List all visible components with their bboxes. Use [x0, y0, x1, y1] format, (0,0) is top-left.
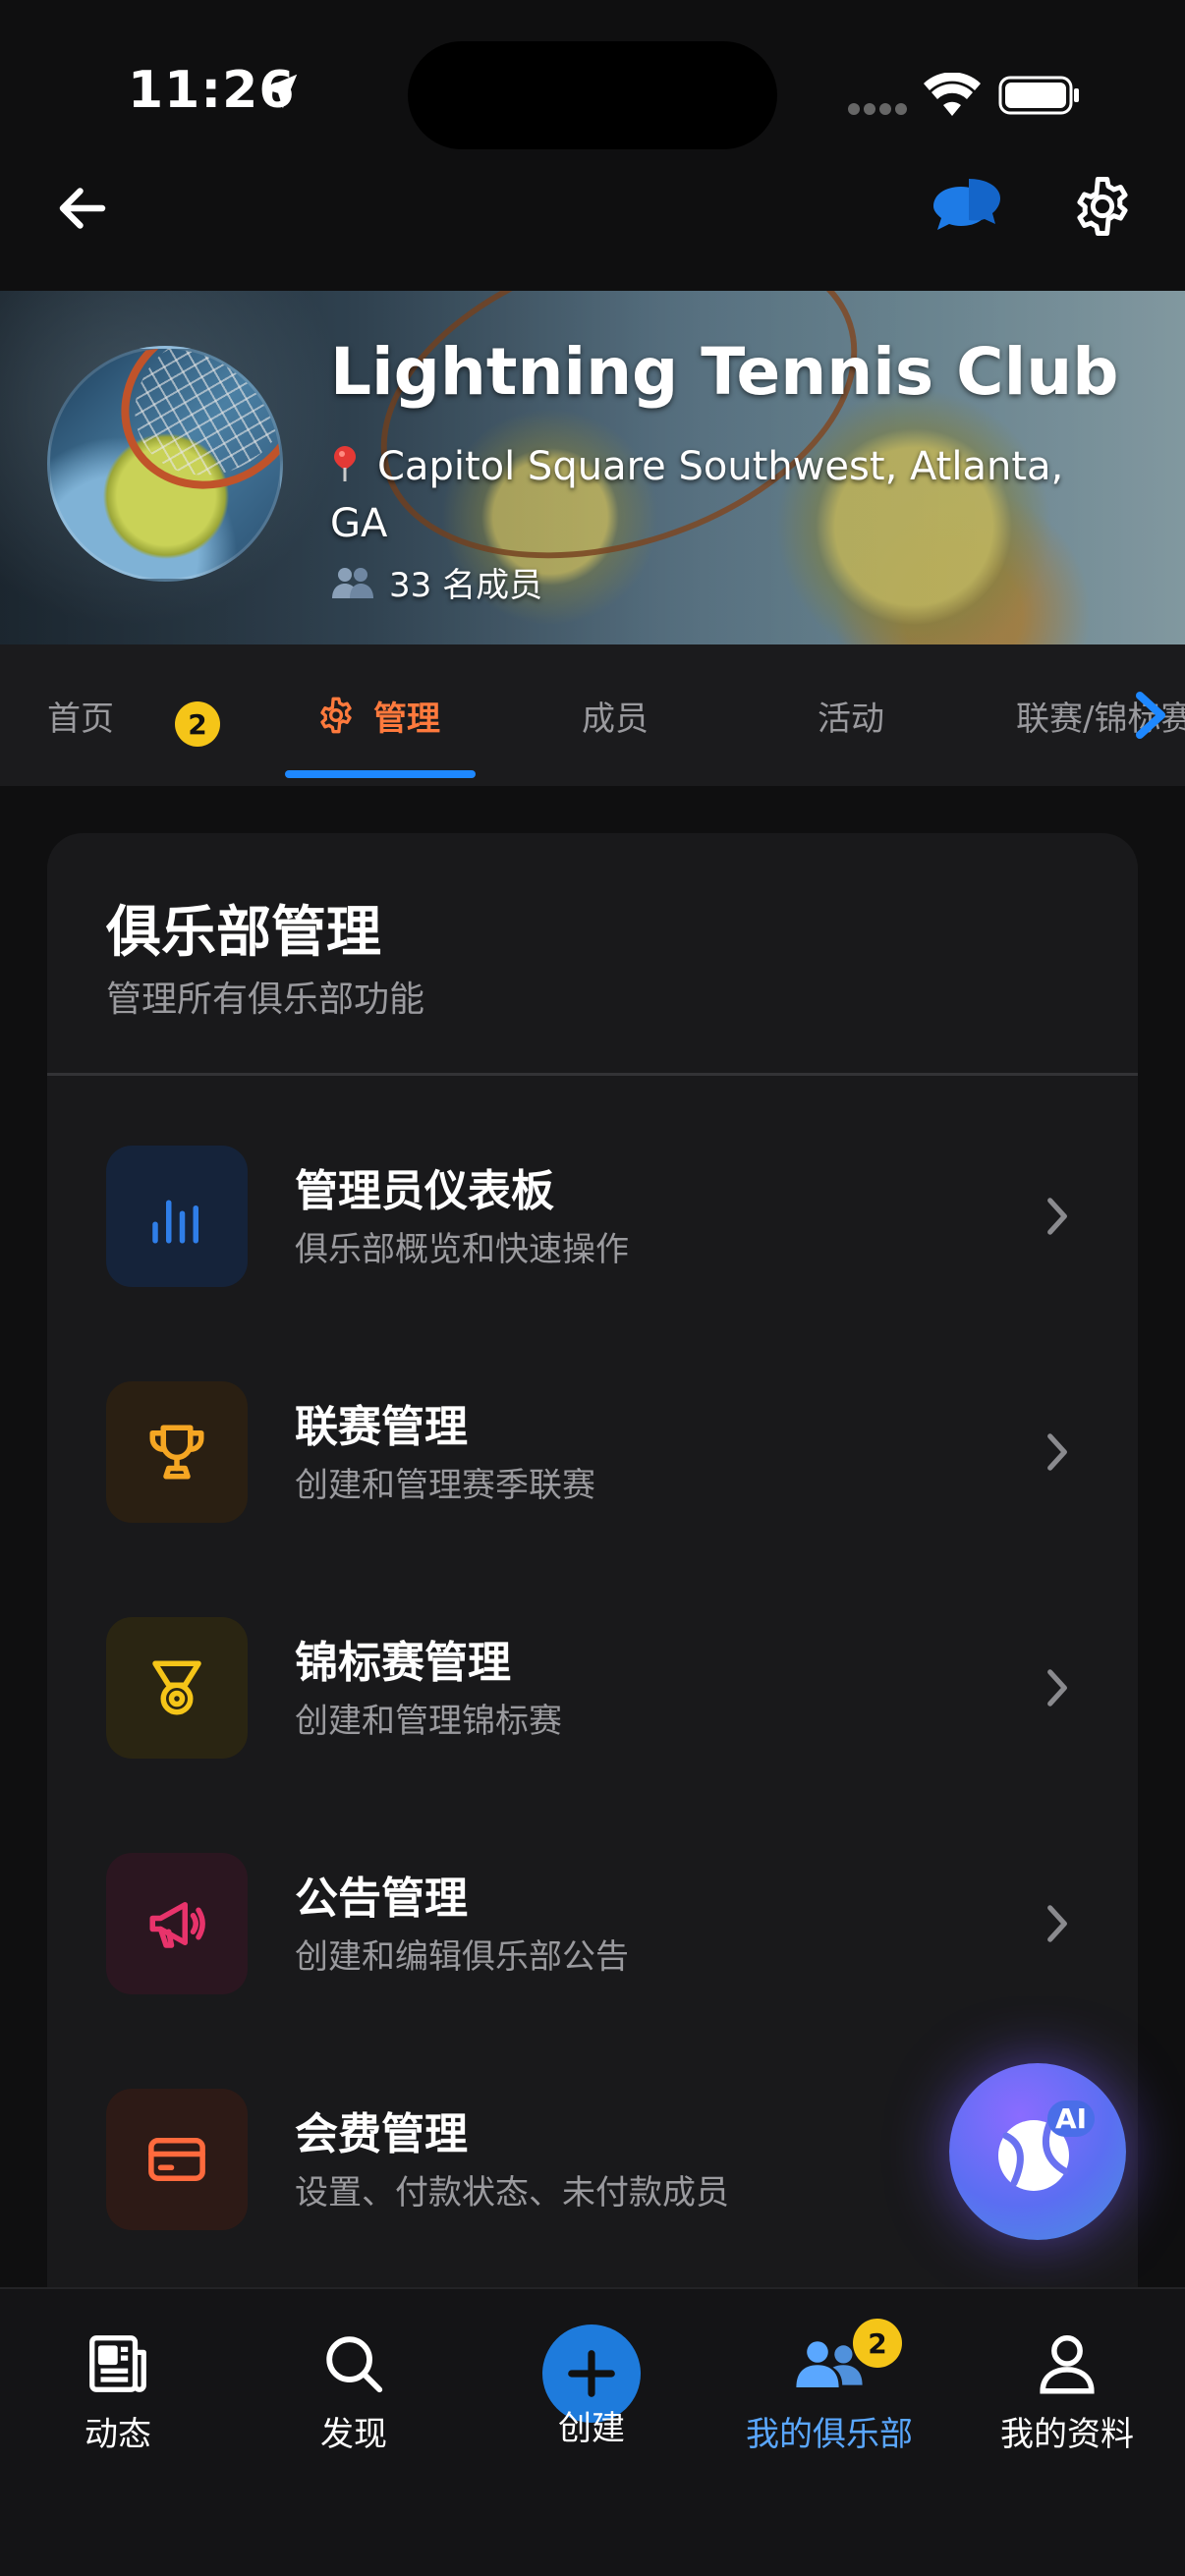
tab-bar: 首页 2 管理 成员 活动 联赛/锦标赛 — [0, 644, 1185, 786]
bottom-nav: 动态 发现 创建 2 我的俱乐部 我的资料 — [0, 2287, 1185, 2576]
wifi-icon — [924, 73, 981, 116]
medal-icon — [106, 1617, 248, 1759]
trophy-icon — [106, 1381, 248, 1523]
chevron-right-icon — [1030, 1425, 1085, 1480]
divider — [47, 1073, 1138, 1076]
tab-home-badge: 2 — [175, 701, 220, 747]
status-bar: 11:26 — [0, 0, 1185, 187]
club-location: Capitol Square Southwest, Atlanta, GA — [330, 438, 1116, 552]
club-avatar[interactable] — [47, 346, 283, 582]
search-icon — [318, 2328, 389, 2399]
card-title: 俱乐部管理 — [106, 901, 381, 965]
card-subtitle: 管理所有俱乐部功能 — [106, 980, 425, 1020]
settings-button[interactable] — [1065, 169, 1140, 244]
nav-create[interactable]: 创建 — [493, 2324, 690, 2505]
chat-bubbles-icon — [933, 179, 1000, 230]
menu-item-tournament-management[interactable]: 锦标赛管理 创建和管理锦标赛 — [47, 1590, 1138, 1786]
chevron-right-icon — [1030, 1189, 1085, 1244]
back-button[interactable] — [47, 173, 118, 244]
ai-badge: AI — [1047, 2100, 1096, 2137]
nav-feed[interactable]: 动态 — [20, 2328, 216, 2505]
ai-assistant-button[interactable]: AI — [949, 2063, 1126, 2240]
chat-button[interactable] — [931, 169, 1006, 244]
chevron-right-icon — [1030, 1896, 1085, 1951]
active-tab-indicator — [285, 770, 476, 778]
arrow-left-icon — [59, 188, 106, 229]
nav-discover[interactable]: 发现 — [255, 2328, 452, 2505]
club-name: Lightning Tennis Club — [330, 334, 1119, 410]
credit-card-icon — [106, 2089, 248, 2230]
my-clubs-badge: 2 — [853, 2319, 902, 2368]
tab-manage[interactable]: 管理 — [316, 644, 440, 786]
members-icon — [332, 567, 373, 598]
members-count: 33 名成员 — [389, 566, 543, 605]
signal-icon — [848, 103, 907, 115]
pin-icon — [330, 438, 360, 495]
menu-item-league-management[interactable]: 联赛管理 创建和管理赛季联赛 — [47, 1354, 1138, 1550]
tab-members[interactable]: 成员 — [582, 644, 649, 786]
chevron-right-icon — [1030, 1660, 1085, 1715]
chevron-right-icon[interactable] — [1132, 690, 1171, 741]
newspaper-icon — [83, 2328, 153, 2399]
nav-profile[interactable]: 我的资料 — [969, 2328, 1165, 2505]
dynamic-island — [408, 41, 777, 149]
club-members: 33 名成员 — [330, 558, 542, 606]
nav-my-clubs[interactable]: 2 我的俱乐部 — [731, 2319, 928, 2505]
menu-item-admin-dashboard[interactable]: 管理员仪表板 俱乐部概览和快速操作 — [47, 1118, 1138, 1315]
battery-icon — [998, 76, 1079, 115]
club-location-text: Capitol Square Southwest, Atlanta, GA — [330, 444, 1064, 546]
bar-chart-icon — [106, 1146, 248, 1287]
tab-events[interactable]: 活动 — [818, 644, 884, 786]
location-arrow-icon — [262, 74, 298, 109]
gear-icon — [320, 697, 352, 734]
person-icon — [1032, 2328, 1102, 2399]
megaphone-icon — [106, 1853, 248, 1994]
gear-icon — [1077, 177, 1128, 236]
menu-item-announcement-management[interactable]: 公告管理 创建和编辑俱乐部公告 — [47, 1825, 1138, 2022]
tab-home[interactable]: 首页 — [47, 644, 114, 786]
page: { "status_bar": { "time": "11:26" }, "cl… — [0, 0, 1185, 2576]
